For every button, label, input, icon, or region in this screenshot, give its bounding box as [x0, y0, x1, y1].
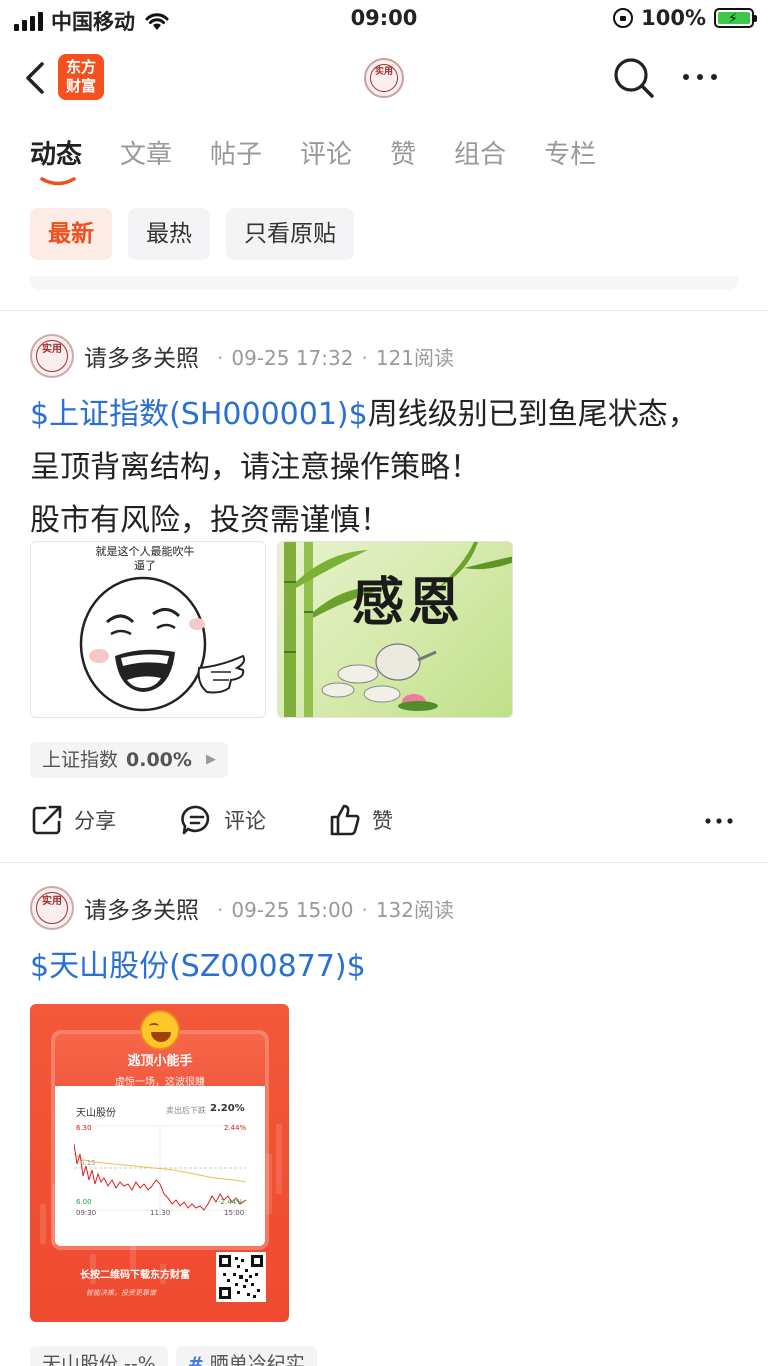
app-logo: 东方 财富	[58, 54, 104, 100]
post-text-line2: 呈顶背离结构，请注意操作策略！	[30, 450, 480, 485]
logo-line1: 东方	[65, 58, 96, 76]
divider	[0, 310, 768, 311]
stock-tag[interactable]: 天山股份 --%	[30, 1346, 168, 1366]
stock-tag-name: 上证指数	[42, 749, 119, 771]
comment-icon	[181, 805, 210, 835]
like-button[interactable]: 赞	[328, 803, 393, 837]
share-label: 分享	[74, 809, 116, 833]
chart-time-open: 09:30	[76, 1209, 97, 1217]
chevron-right-icon: ▶	[205, 752, 216, 767]
stock-link[interactable]: $上证指数(SH000001)$	[30, 397, 368, 432]
seal-text: 实用	[370, 64, 398, 92]
logo-line2: 财富	[65, 77, 96, 95]
trade-card-slogan: 智能决策，投资更靠谱	[86, 1289, 156, 1297]
tab-column[interactable]: 专栏	[544, 134, 596, 171]
trade-change-label: 卖出后下跌	[166, 1106, 206, 1115]
chart-time-close: 15:00	[224, 1209, 245, 1217]
post-meta: · 09-25 17:32 · 121阅读	[217, 345, 455, 370]
gratitude-calligraphy: 感恩	[352, 572, 465, 633]
hashtag-icon: #	[187, 1353, 204, 1366]
avatar[interactable]: 实用	[30, 334, 74, 378]
filter-panel-edge	[30, 276, 738, 290]
trade-stock-name: 天山股份	[76, 1108, 116, 1119]
more-icon[interactable]	[704, 817, 734, 825]
nav-bar: 东方 财富 实用	[0, 44, 768, 114]
post-image-trade-card[interactable]: 逃顶小能手 虚惊一场，这波很赚 天山股份 卖出后下跌 2.20% 6.30 2.…	[30, 1004, 289, 1322]
tab-posts[interactable]: 帖子	[210, 134, 262, 171]
post-header: 实用 请多多关照 · 09-25 17:32 · 121阅读	[30, 334, 454, 378]
post-reads: 121阅读	[375, 345, 455, 370]
author-name[interactable]: 请多多关照	[84, 891, 199, 925]
tab-bar: 动态 文章 帖子 评论 赞 组合 专栏	[30, 134, 634, 171]
qr-code	[216, 1252, 266, 1302]
divider	[0, 862, 768, 863]
tab-dynamics[interactable]: 动态	[30, 134, 82, 171]
post-meta: · 09-25 15:00 · 132阅读	[217, 897, 455, 922]
more-icon[interactable]	[680, 72, 720, 82]
tab-likes[interactable]: 赞	[390, 134, 416, 171]
share-button[interactable]: 分享	[30, 803, 116, 837]
avatar-text: 实用	[36, 892, 68, 924]
active-tab-indicator	[40, 177, 76, 186]
tab-articles[interactable]: 文章	[120, 134, 172, 171]
like-label: 赞	[372, 809, 393, 833]
profile-avatar[interactable]: 实用	[364, 58, 404, 98]
laughing-emoji-icon	[140, 1010, 180, 1050]
status-bar: 中国移动 09:00 100% ⚡	[0, 0, 768, 40]
filter-latest[interactable]: 最新	[30, 208, 112, 260]
chart-high-pct: 2.44%	[224, 1124, 247, 1132]
post-image-gratitude[interactable]: 感恩	[277, 541, 513, 718]
post-time: 09-25 17:32	[231, 345, 354, 370]
post-text-line3: 股市有风险，投资需谨慎！	[30, 503, 390, 538]
post-body[interactable]: $天山股份(SZ000877)$	[30, 940, 730, 993]
comment-label: 评论	[224, 809, 266, 833]
stock-tag-value: 0.00%	[126, 749, 192, 771]
chart-low-pct: -2.44%	[218, 1198, 243, 1206]
post-header: 实用 请多多关照 · 09-25 15:00 · 132阅读	[30, 886, 454, 930]
chart-time-mid: 11:30	[150, 1209, 171, 1217]
meme-face-illustration	[79, 576, 246, 712]
tab-comments[interactable]: 评论	[300, 134, 352, 171]
stock-tag-name: 天山股份 --%	[42, 1353, 156, 1366]
filter-hot[interactable]: 最热	[128, 208, 210, 260]
post-actions: 分享 评论 赞	[30, 803, 740, 843]
post-body[interactable]: $上证指数(SH000001)$周线级别已到鱼尾状态， 呈顶背离结构，请注意操作…	[30, 388, 730, 547]
topic-tag-label: 晒单冷纪实	[209, 1353, 305, 1366]
trade-change-value: 2.20%	[210, 1103, 245, 1114]
trade-card-footer: 长按二维码下载东方财富	[80, 1270, 190, 1281]
battery-icon: ⚡	[714, 8, 757, 28]
post-reads: 132阅读	[375, 897, 455, 922]
trade-card-subtitle: 虚惊一场，这波很赚	[115, 1077, 205, 1088]
post-tags: 天山股份 --% # 晒单冷纪实	[30, 1346, 317, 1366]
post-time: 09-25 15:00	[231, 897, 354, 922]
avatar-text: 实用	[36, 340, 68, 372]
filter-bar: 最新 最热 只看原贴	[30, 208, 354, 260]
author-name[interactable]: 请多多关照	[84, 339, 199, 373]
comment-button[interactable]: 评论	[180, 803, 266, 837]
avatar[interactable]: 实用	[30, 886, 74, 930]
battery-percent: 100%	[641, 6, 706, 30]
thumbs-up-icon	[330, 804, 360, 836]
back-icon[interactable]	[22, 58, 48, 98]
stock-tag[interactable]: 上证指数 0.00% ▶	[30, 742, 228, 778]
rotation-lock-icon	[613, 8, 634, 28]
post-image-meme[interactable]: 就是这个人最能吹牛逼了	[30, 541, 266, 718]
topic-tag[interactable]: # 晒单冷纪实	[175, 1346, 317, 1366]
search-icon[interactable]	[612, 56, 656, 100]
stock-link[interactable]: $天山股份(SZ000877)$	[30, 949, 366, 984]
chart-mid-price: 6.15	[80, 1159, 96, 1167]
filter-original-only[interactable]: 只看原贴	[226, 208, 354, 260]
post-text-line1: 周线级别已到鱼尾状态，	[367, 397, 698, 432]
tab-portfolio[interactable]: 组合	[454, 134, 506, 171]
share-icon	[32, 805, 62, 835]
chart-low-price: 6.00	[76, 1198, 92, 1206]
chart-high-price: 6.30	[76, 1124, 92, 1132]
